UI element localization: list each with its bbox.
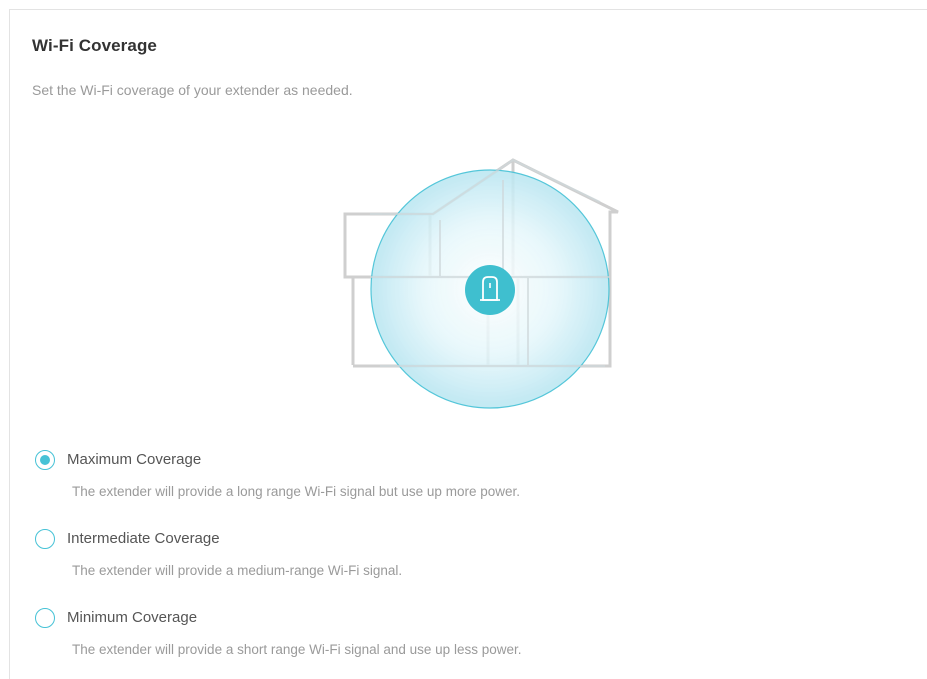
radio-minimum-coverage[interactable] bbox=[35, 608, 55, 628]
wifi-coverage-panel: Wi-Fi Coverage Set the Wi-Fi coverage of… bbox=[9, 9, 927, 679]
section-subtitle: Set the Wi-Fi coverage of your extender … bbox=[32, 82, 353, 98]
option-label[interactable]: Intermediate Coverage bbox=[67, 530, 220, 547]
coverage-illustration bbox=[340, 150, 640, 420]
coverage-illustration-svg bbox=[343, 158, 619, 409]
option-description: The extender will provide a short range … bbox=[72, 642, 522, 657]
radio-intermediate-coverage[interactable] bbox=[35, 529, 55, 549]
option-label[interactable]: Maximum Coverage bbox=[67, 451, 201, 468]
section-title: Wi-Fi Coverage bbox=[32, 36, 157, 55]
radio-maximum-coverage[interactable] bbox=[35, 450, 55, 470]
option-description: The extender will provide a long range W… bbox=[72, 484, 520, 499]
extender-icon bbox=[465, 265, 515, 315]
option-label[interactable]: Minimum Coverage bbox=[67, 609, 197, 626]
option-description: The extender will provide a medium-range… bbox=[72, 563, 403, 578]
